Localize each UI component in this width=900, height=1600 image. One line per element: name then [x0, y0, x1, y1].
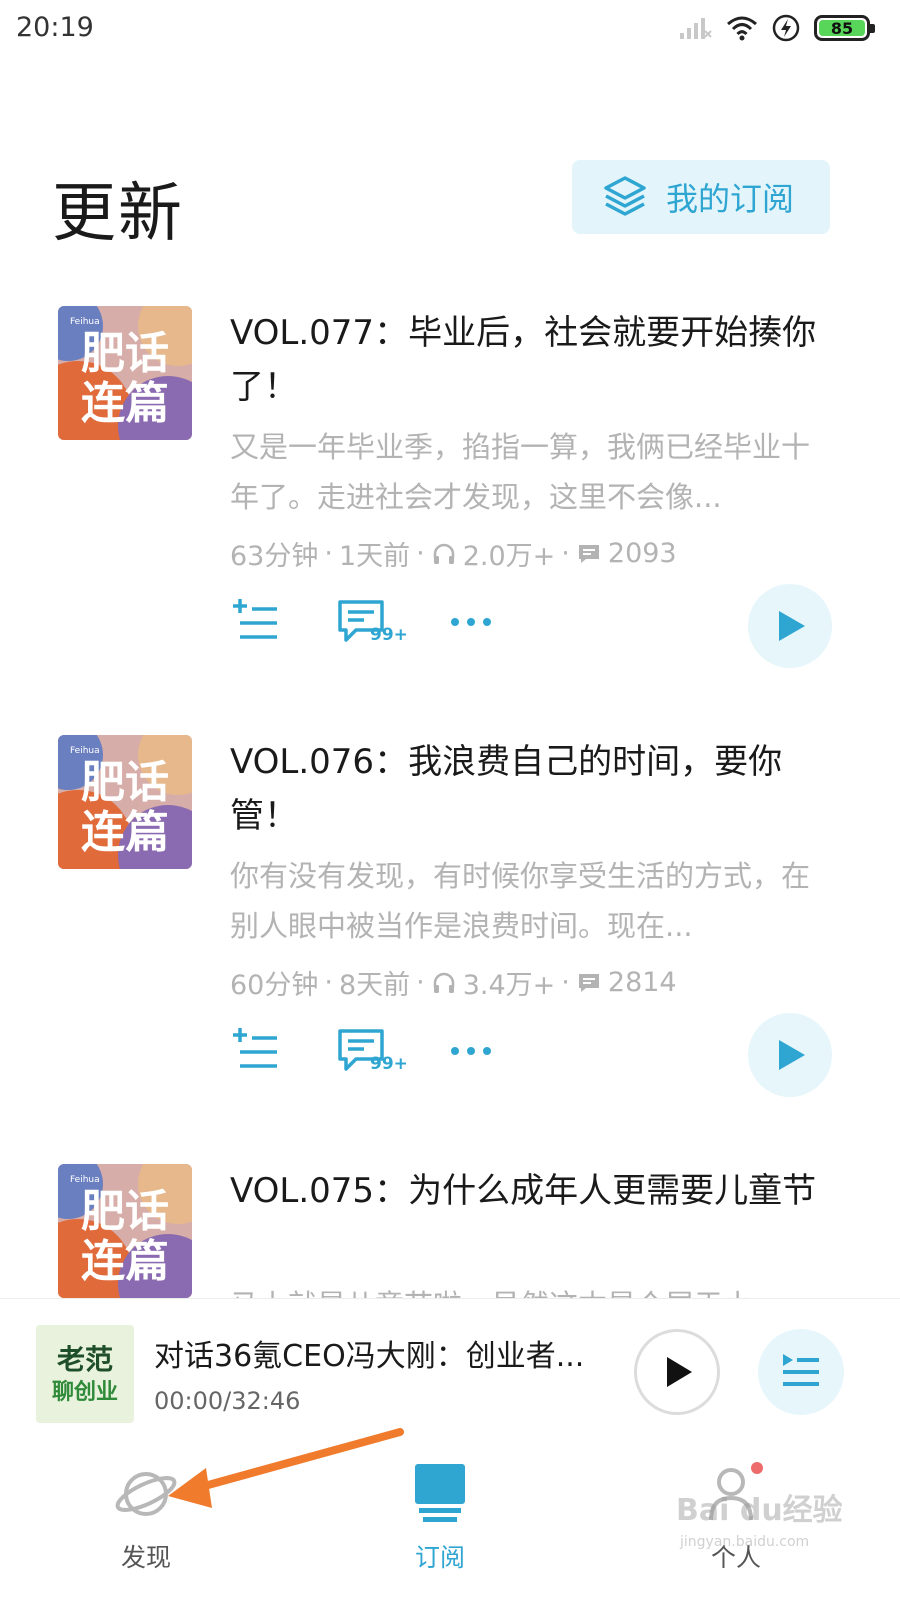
- cover-title-line1: 肥话: [81, 1186, 169, 1237]
- episode-title[interactable]: VOL.077：毕业后，社会就要开始揍你了！: [230, 306, 820, 414]
- more-icon[interactable]: [446, 597, 496, 647]
- add-to-playlist-icon[interactable]: [230, 597, 280, 647]
- cover-tag: Feihua: [70, 317, 100, 327]
- status-time: 20:19: [16, 12, 94, 43]
- watermark-url: jingyan.baidu.com: [679, 1534, 809, 1550]
- comment-count-icon: [578, 544, 599, 563]
- episode-age: 1天前: [338, 541, 411, 572]
- episode-duration: 60分钟: [230, 970, 319, 1001]
- episode-duration: 63分钟: [230, 541, 319, 572]
- meta-separator: ·: [324, 538, 333, 569]
- headphones-icon: [433, 972, 454, 993]
- cover-title-line1: 肥话: [81, 328, 169, 379]
- episode-item[interactable]: 肥话 连篇 Feihua VOL.076：我浪费自己的时间，要你管！ 你有没有发…: [0, 735, 900, 1155]
- annotation-arrow-icon: [168, 1428, 404, 1508]
- cover-tag: Feihua: [70, 1175, 100, 1185]
- layers-icon: [604, 176, 646, 216]
- signal-icon: [680, 18, 712, 39]
- meta-separator: ·: [561, 967, 570, 998]
- wifi-icon: [727, 16, 757, 41]
- episode-item[interactable]: 肥话 连篇 Feihua VOL.077：毕业后，社会就要开始揍你了！ 又是一年…: [0, 306, 900, 726]
- meta-separator: ·: [561, 538, 570, 569]
- play-icon: [667, 1357, 692, 1387]
- episode-plays: 3.4万+: [462, 970, 556, 1001]
- episode-plays: 2.0万+: [462, 541, 556, 572]
- play-button[interactable]: [748, 584, 832, 668]
- episode-meta: 60分钟 · 8天前 · 3.4万+ · 2814: [230, 963, 677, 1002]
- watermark-brand: Bai du经验: [676, 1493, 842, 1528]
- podcast-cover[interactable]: 肥话 连篇 Feihua: [58, 1164, 192, 1298]
- battery-indicator: 85: [814, 15, 875, 41]
- episode-age: 8天前: [338, 970, 411, 1001]
- mini-player[interactable]: 老范 聊创业 对话36氪CEO冯大刚：创业者... 00:00/32:46: [0, 1298, 900, 1442]
- charging-icon: [772, 14, 800, 42]
- play-icon: [779, 611, 805, 641]
- my-subscriptions-button[interactable]: 我的订阅: [572, 160, 830, 234]
- player-cover-line1: 老范: [57, 1343, 113, 1376]
- comment-badge: 99+: [370, 625, 406, 645]
- episode-description: 马上就是儿童节啦，虽然这本是个属于小: [230, 1280, 820, 1298]
- player-cover-line2: 聊创业: [52, 1380, 118, 1405]
- watermark-logo: Bai du经验 jingyan.baidu.com: [676, 1493, 842, 1550]
- comment-icon[interactable]: 99+: [336, 596, 406, 648]
- cover-title-line2: 连篇: [81, 1236, 169, 1287]
- episode-actions: 99+: [230, 1025, 552, 1077]
- battery-level: 85: [819, 19, 865, 38]
- player-title[interactable]: 对话36氪CEO冯大刚：创业者...: [154, 1331, 604, 1375]
- playlist-icon: [783, 1354, 819, 1386]
- tab-discover-label: 发现: [120, 1543, 171, 1572]
- player-play-button[interactable]: [634, 1329, 720, 1415]
- episode-actions: 99+: [230, 596, 552, 648]
- status-icons: 85: [678, 14, 875, 42]
- cover-title-line1: 肥话: [81, 757, 169, 808]
- headphones-icon: [433, 543, 454, 564]
- episode-meta: 63分钟 · 1天前 · 2.0万+ · 2093: [230, 534, 677, 573]
- page-title: 更新: [52, 177, 184, 251]
- cover-tag: Feihua: [70, 746, 100, 756]
- cover-title-line2: 连篇: [81, 378, 169, 429]
- my-subscriptions-label: 我的订阅: [666, 180, 795, 218]
- play-icon: [779, 1040, 805, 1070]
- podcast-cover[interactable]: 肥话 连篇 Feihua: [58, 306, 192, 440]
- comment-count-icon: [578, 973, 599, 992]
- episode-comments: 2814: [607, 967, 677, 998]
- meta-separator: ·: [416, 538, 425, 569]
- episode-title[interactable]: VOL.075：为什么成年人更需要儿童节: [230, 1164, 820, 1218]
- cover-title-line2: 连篇: [81, 807, 169, 858]
- episode-description: 你有没有发现，有时候你享受生活的方式，在别人眼中被当作是浪费时间。现在...: [230, 859, 811, 943]
- episode-title[interactable]: VOL.076：我浪费自己的时间，要你管！: [230, 735, 820, 843]
- more-icon[interactable]: [446, 1026, 496, 1076]
- comment-icon[interactable]: 99+: [336, 1025, 406, 1077]
- add-to-playlist-icon[interactable]: [230, 1026, 280, 1076]
- episode-item[interactable]: 肥话 连篇 Feihua VOL.075：为什么成年人更需要儿童节 马上就是儿童…: [0, 1164, 900, 1298]
- meta-separator: ·: [416, 967, 425, 998]
- episode-description: 又是一年毕业季，掐指一算，我俩已经毕业十年了。走进社会才发现，这里不会像...: [230, 430, 811, 514]
- episode-comments: 2093: [607, 538, 677, 569]
- podcast-cover[interactable]: 肥话 连篇 Feihua: [58, 735, 192, 869]
- tab-subscribe-label: 订阅: [414, 1543, 465, 1572]
- comment-badge: 99+: [370, 1054, 406, 1074]
- player-cover[interactable]: 老范 聊创业: [36, 1325, 134, 1423]
- play-button[interactable]: [748, 1013, 832, 1097]
- playlist-button[interactable]: [758, 1329, 844, 1415]
- status-bar: 20:19 85: [0, 0, 900, 64]
- meta-separator: ·: [324, 967, 333, 998]
- player-time: 00:00/32:46: [154, 1387, 301, 1415]
